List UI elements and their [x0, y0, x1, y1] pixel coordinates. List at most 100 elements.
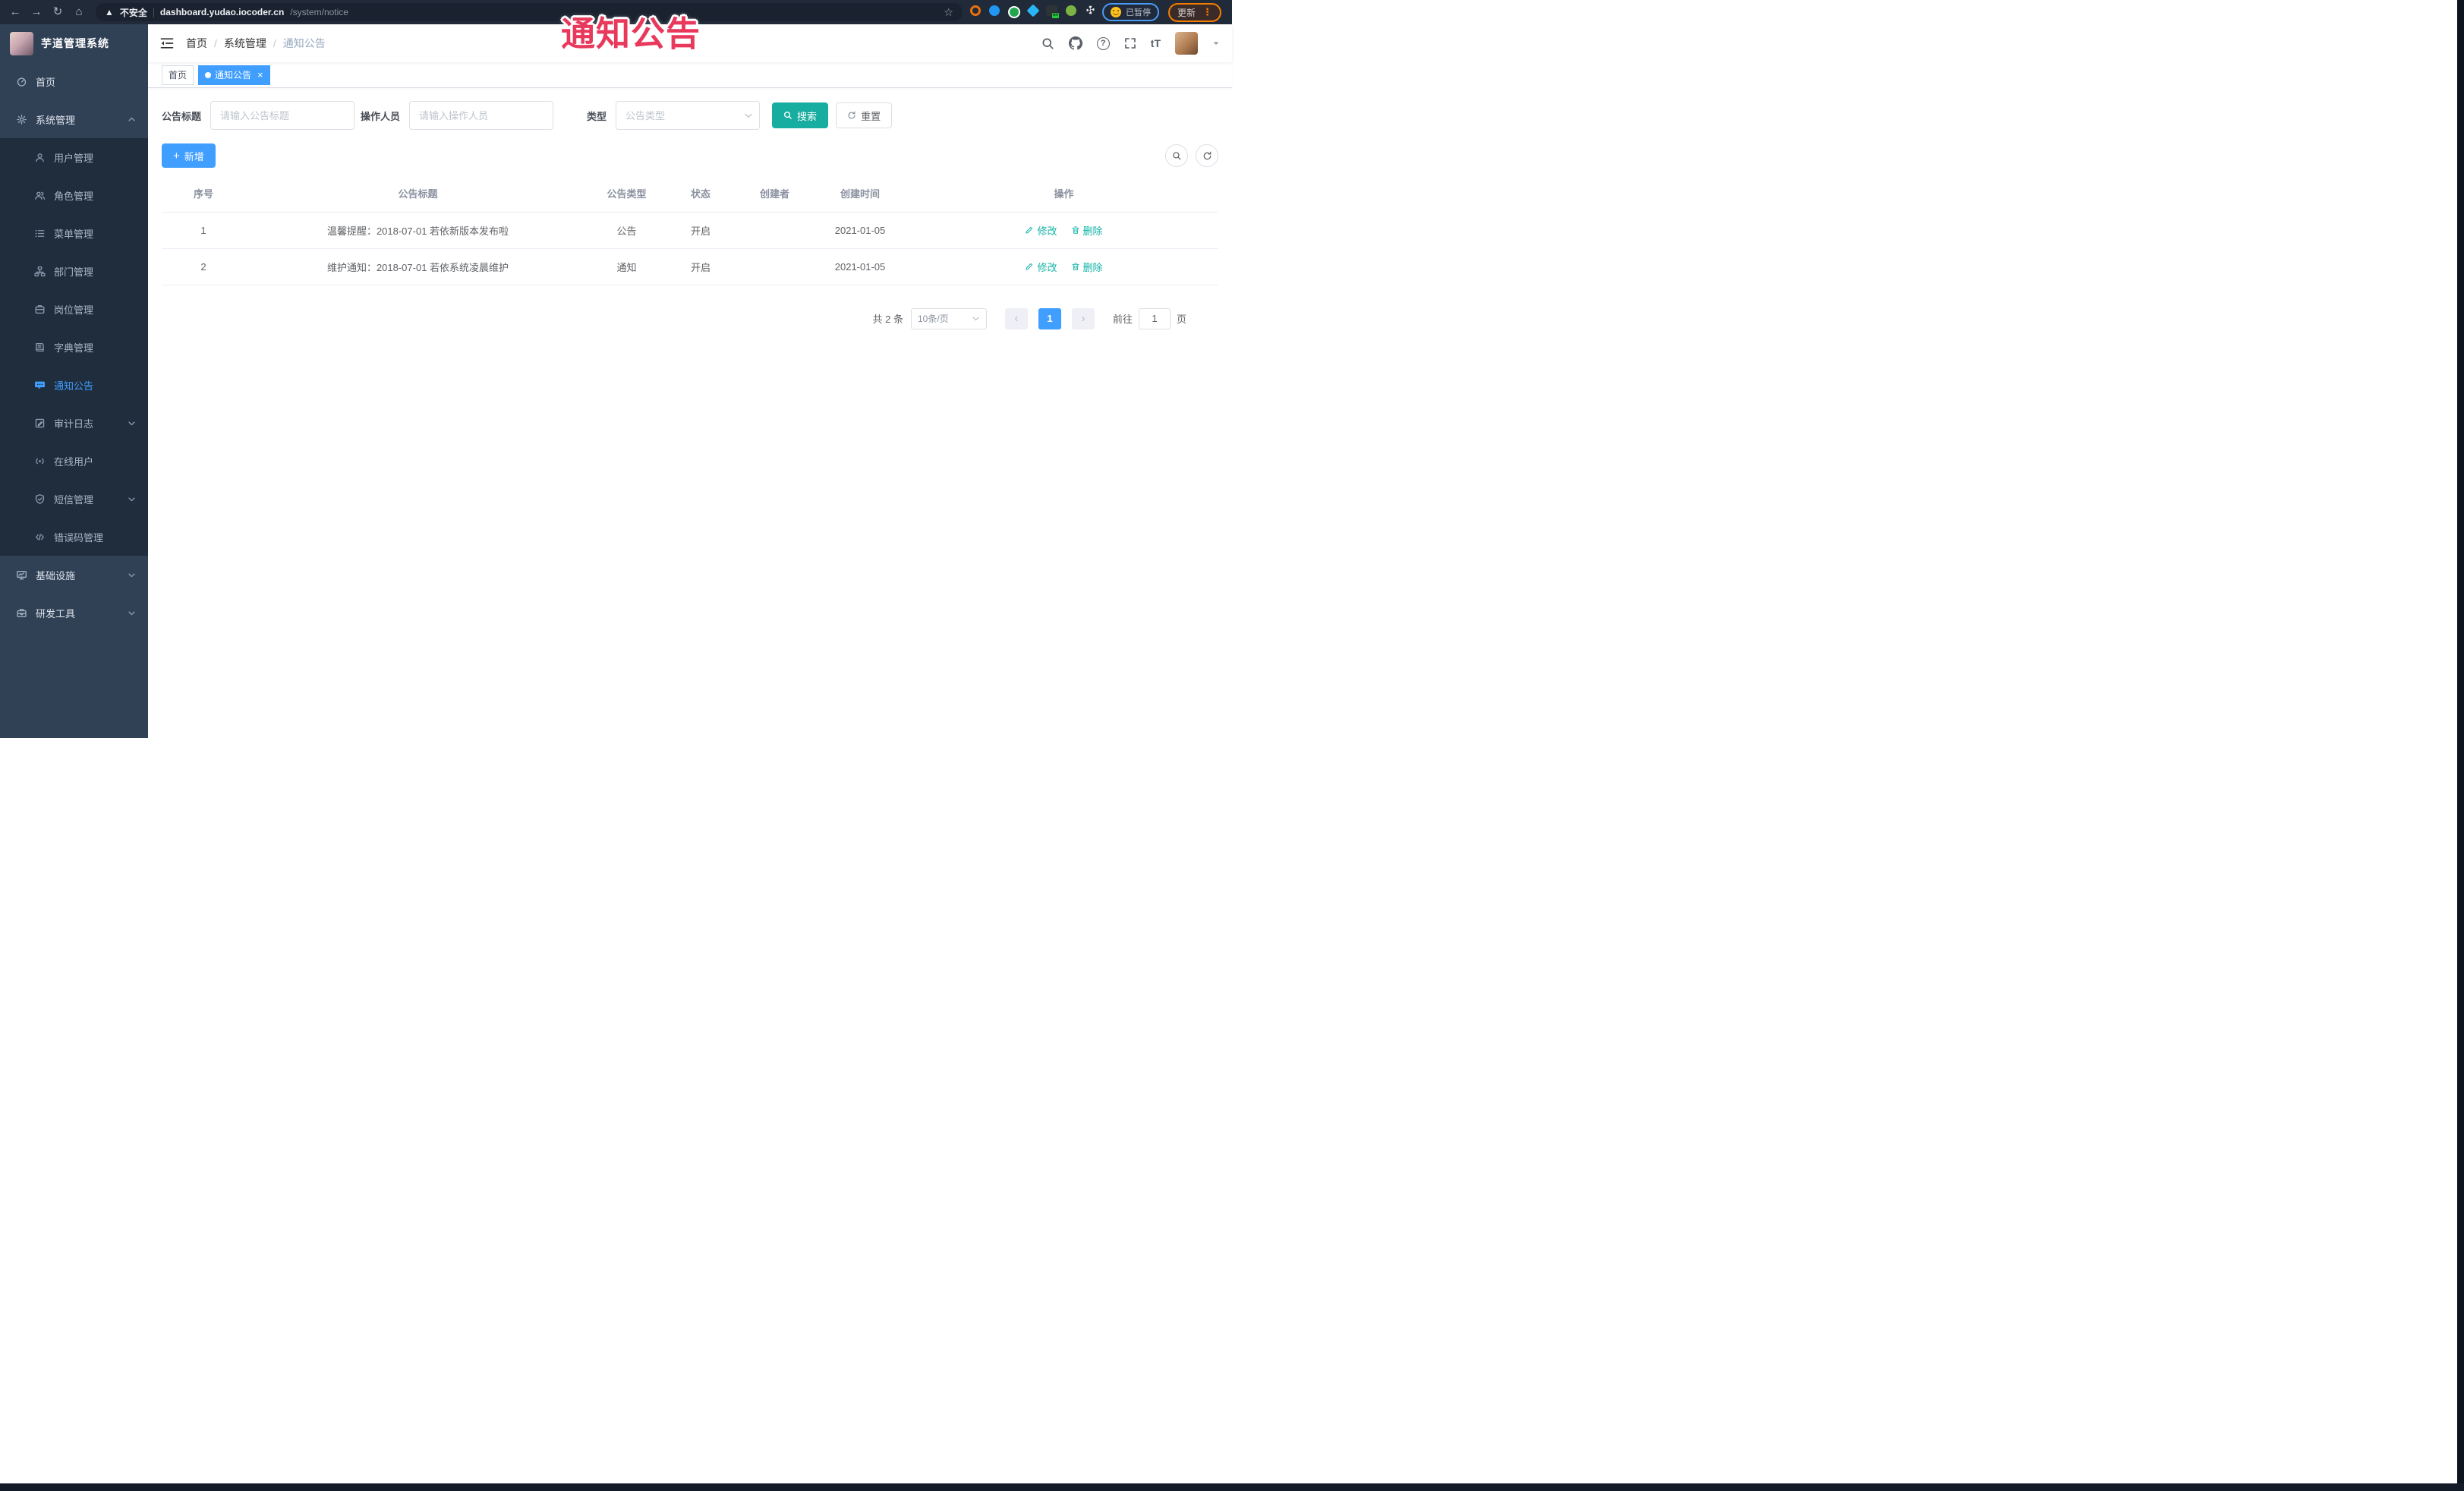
ext-dark-on-icon[interactable]: on: [1045, 5, 1059, 20]
table-row: 2 维护通知：2018-07-01 若依系统凌晨维护 通知 开启 2021-01-05 修…: [162, 248, 1218, 285]
show-search-toggle-button[interactable]: [1165, 144, 1188, 167]
prev-page-button[interactable]: ‹: [1004, 307, 1028, 329]
pagination-total: 共 2 条: [872, 314, 903, 325]
ext-orange-ring-icon[interactable]: [969, 5, 981, 20]
search-icon: [784, 111, 792, 119]
log-icon: [33, 417, 46, 429]
sidebar-item-错误码管理[interactable]: 错误码管理: [0, 518, 148, 556]
reset-button[interactable]: 重置: [836, 102, 893, 128]
table-tools: [1165, 144, 1218, 167]
operator-input[interactable]: [409, 101, 554, 130]
chevron-down-icon: [128, 495, 136, 503]
notice-type-select[interactable]: [616, 101, 761, 130]
search-icon: [1172, 151, 1180, 159]
search-button-label: 搜索: [797, 110, 818, 122]
users-icon: [33, 189, 46, 201]
back-icon[interactable]: ←: [6, 0, 24, 24]
reset-button-label: 重置: [861, 110, 881, 122]
sidebar-item-label: 首页: [36, 76, 56, 88]
sidebar-item-系统管理[interactable]: 系统管理: [0, 100, 148, 138]
table-header-cell: 公告类型: [591, 175, 663, 213]
sidebar-item-菜单管理[interactable]: 菜单管理: [0, 214, 148, 252]
not-secure-warning-icon: ▲: [105, 7, 114, 17]
bookmark-star-icon[interactable]: ☆: [944, 6, 953, 19]
edit-link[interactable]: 修改: [1025, 223, 1057, 238]
sidebar-item-label: 角色管理: [54, 190, 94, 202]
cell-status: 开启: [663, 248, 739, 285]
notice-type-select-input[interactable]: [616, 101, 761, 130]
sidebar-item-基础设施[interactable]: 基础设施: [0, 556, 148, 594]
chevron-down-icon: [972, 317, 979, 321]
sidebar-item-label: 错误码管理: [54, 531, 104, 544]
search-icon[interactable]: [1041, 37, 1054, 50]
delete-link[interactable]: 删除: [1071, 223, 1103, 238]
dashboard-icon: [15, 75, 27, 87]
ext-blue-drop-icon[interactable]: [988, 5, 1000, 20]
chevron-down-icon: [128, 571, 136, 579]
search-button[interactable]: 搜索: [772, 102, 829, 128]
cell-type: 公告: [591, 212, 663, 249]
add-button[interactable]: + 新增: [162, 143, 216, 168]
page-size-select[interactable]: 10条/页: [910, 307, 987, 329]
help-icon[interactable]: ?: [1096, 36, 1110, 50]
navbar-actions: ? tT: [1041, 32, 1220, 55]
sidebar-item-label: 系统管理: [36, 114, 76, 126]
close-tab-icon[interactable]: ×: [257, 70, 263, 80]
user-avatar[interactable]: [1175, 32, 1198, 55]
font-size-icon[interactable]: tT: [1151, 37, 1161, 49]
next-page-button[interactable]: ›: [1071, 307, 1095, 329]
sidebar-item-审计日志[interactable]: 审计日志: [0, 404, 148, 442]
sidebar-item-短信管理[interactable]: 短信管理: [0, 480, 148, 518]
sidebar-item-字典管理[interactable]: 字典管理: [0, 328, 148, 366]
sidebar-collapse-icon[interactable]: [160, 37, 174, 49]
sidebar-item-用户管理[interactable]: 用户管理: [0, 138, 148, 176]
extensions-puzzle-icon[interactable]: [1085, 5, 1096, 20]
sidebar-item-角色管理[interactable]: 角色管理: [0, 176, 148, 214]
sidebar-item-label: 基础设施: [36, 569, 76, 582]
sidebar-item-研发工具[interactable]: 研发工具: [0, 594, 148, 632]
notice-title-input[interactable]: [210, 101, 355, 130]
cell-index: 2: [162, 248, 245, 285]
profile-paused-chip[interactable]: 已暂停: [1101, 3, 1159, 21]
reload-icon[interactable]: ↻: [49, 0, 67, 24]
sidebar-item-label: 字典管理: [54, 342, 94, 354]
chevron-down-icon[interactable]: [1212, 39, 1220, 47]
tab-通知公告[interactable]: 通知公告 ×: [198, 65, 270, 85]
forward-icon[interactable]: →: [27, 0, 46, 24]
delete-link[interactable]: 删除: [1071, 260, 1103, 274]
table-row: 1 温馨提醒：2018-07-01 若依新版本发布啦 公告 开启 2021-01-05 修…: [162, 212, 1218, 249]
browser-update-button[interactable]: 更新 ⋮: [1167, 2, 1221, 22]
sidebar-menu: 首页系统管理用户管理角色管理菜单管理 部门管理 岗位管理字典管理通知公告审计日志在线…: [0, 62, 148, 738]
breadcrumb: 首页 / 系统管理 / 通知公告: [186, 36, 326, 51]
ext-blue-diamond-icon[interactable]: [1026, 4, 1040, 19]
table-header-cell: 创建时间: [811, 175, 909, 213]
sidebar-item-在线用户[interactable]: 在线用户: [0, 442, 148, 480]
sidebar-item-首页[interactable]: 首页: [0, 62, 148, 100]
page-content: 公告标题 操作人员 类型 搜索: [148, 88, 1232, 738]
github-icon[interactable]: [1068, 36, 1082, 50]
sidebar-item-岗位管理[interactable]: 岗位管理: [0, 290, 148, 328]
cell-index: 1: [162, 212, 245, 249]
breadcrumb-item[interactable]: 首页: [186, 36, 207, 51]
ext-green-sprout-icon[interactable]: [1065, 5, 1076, 20]
goto-label: 前往: [1112, 314, 1133, 325]
ext-green-circle-icon[interactable]: [1007, 6, 1020, 18]
current-page-button[interactable]: 1: [1038, 307, 1061, 329]
breadcrumb-item[interactable]: 系统管理: [224, 36, 266, 51]
annotation-overlay-text: 通知公告: [561, 14, 701, 53]
home-icon[interactable]: ⌂: [70, 0, 88, 24]
browser-menu-icon[interactable]: ⋮: [1202, 6, 1212, 18]
infrastructure-icon: [15, 569, 27, 581]
table-toolbar: + 新增: [162, 143, 1218, 168]
sidebar-item-部门管理[interactable]: 部门管理: [0, 252, 148, 290]
goto-page-input[interactable]: [1138, 307, 1171, 329]
sidebar-item-通知公告[interactable]: 通知公告: [0, 366, 148, 404]
edit-link[interactable]: 修改: [1025, 260, 1057, 274]
refresh-icon: [1203, 151, 1211, 159]
address-bar[interactable]: ▲ 不安全 dashboard.yudao.iocoder.cn/system/…: [96, 3, 963, 21]
sidebar-logo[interactable]: 芋道管理系统: [0, 24, 148, 62]
refresh-table-button[interactable]: [1196, 144, 1218, 167]
sidebar-item-label: 审计日志: [54, 418, 94, 430]
tab-首页[interactable]: 首页: [162, 65, 194, 85]
fullscreen-icon[interactable]: [1124, 37, 1136, 49]
